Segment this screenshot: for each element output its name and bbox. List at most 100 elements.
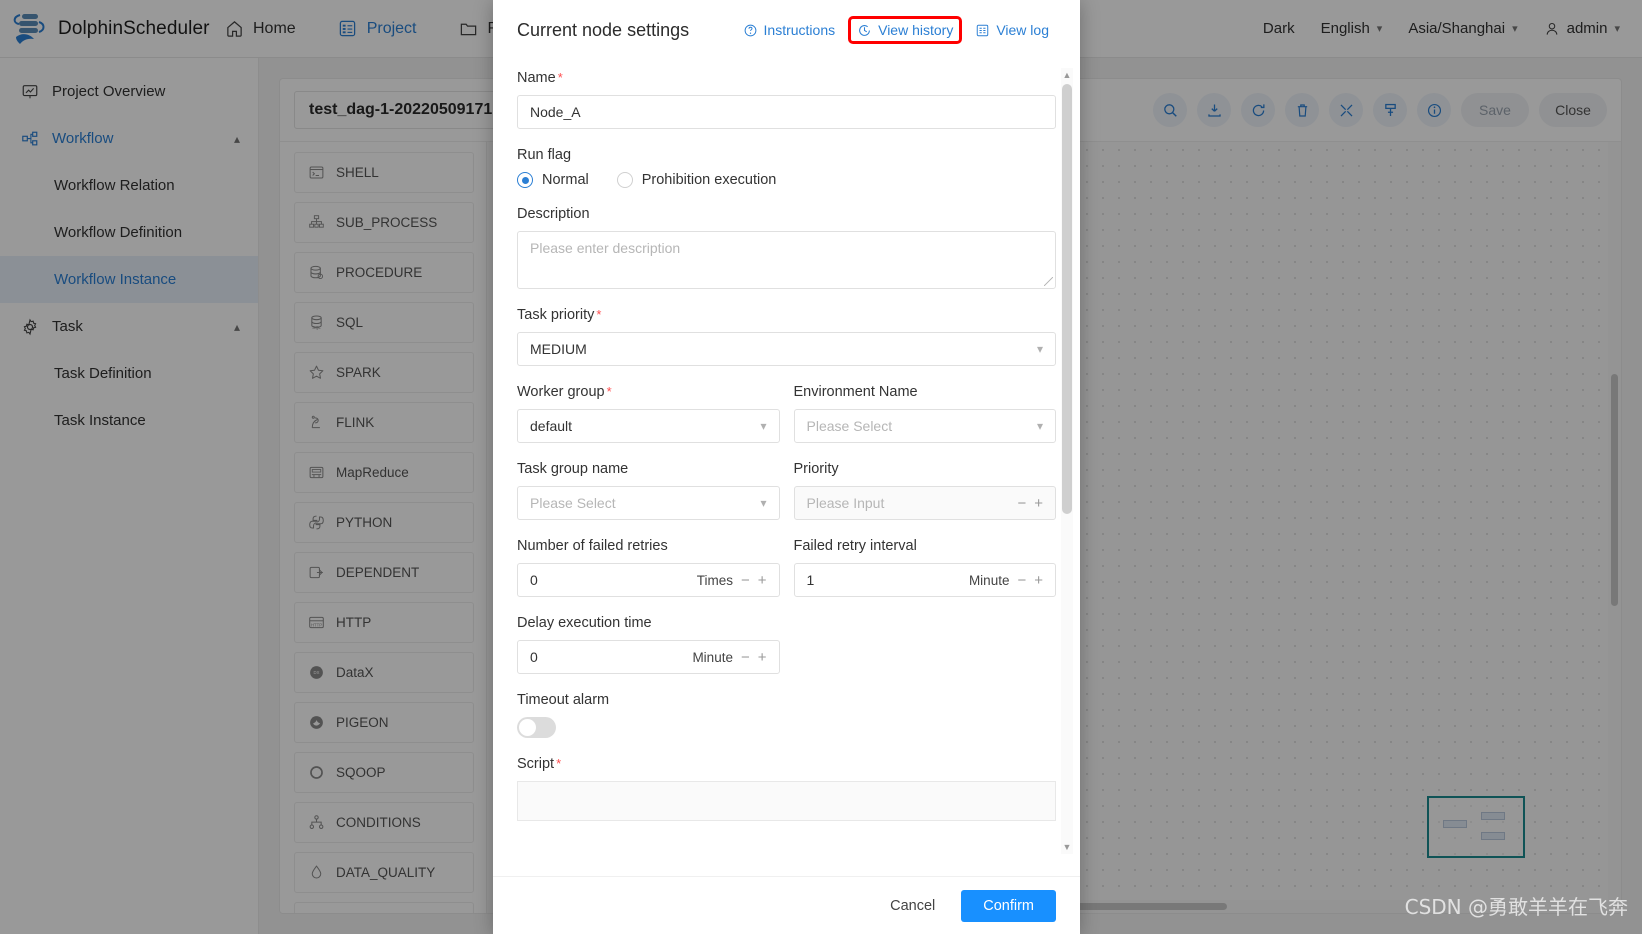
required-marker: * — [556, 756, 562, 771]
field-priority: Priority Please Input − + — [793, 461, 1056, 520]
worker-group-select[interactable]: default ▾ — [517, 409, 780, 443]
delay-execution-stepper[interactable]: 0 Minute − + — [517, 640, 780, 674]
dialog-title: Current node settings — [517, 19, 690, 40]
minus-icon[interactable]: − — [1017, 495, 1026, 512]
field-script: Script * — [517, 756, 1056, 821]
radio-dot-normal — [517, 172, 533, 188]
field-failed-retries: Number of failed retries 0 Times − + — [517, 538, 780, 597]
task-group-name-select[interactable]: Please Select ▾ — [517, 486, 780, 520]
resize-grip-icon[interactable] — [1044, 277, 1053, 286]
delay-value: 0 — [530, 649, 538, 665]
field-worker-group: Worker group * default ▾ — [517, 384, 780, 443]
retry-interval-controls: Minute − + — [969, 572, 1043, 589]
retry-interval-value: 1 — [806, 572, 815, 588]
description-textarea[interactable]: Please enter description — [517, 231, 1056, 289]
field-row-taskgroup-priority: Task group name Please Select ▾ Priority… — [517, 461, 1056, 520]
delay-unit: Minute — [692, 649, 733, 665]
required-marker: * — [606, 384, 612, 399]
field-environment-name: Environment Name Please Select ▾ — [793, 384, 1056, 443]
field-row-retries: Number of failed retries 0 Times − + Fai… — [517, 538, 1056, 597]
timeout-alarm-toggle[interactable] — [517, 717, 556, 738]
log-icon — [975, 23, 990, 38]
plus-icon[interactable]: + — [1034, 495, 1043, 512]
view-log-label: View log — [996, 22, 1049, 38]
environment-name-placeholder: Please Select — [806, 418, 893, 434]
delay-controls: Minute − + — [692, 649, 766, 666]
dialog-header: Current node settings Instructions View … — [493, 0, 1080, 60]
radio-prohibition-execution[interactable]: Prohibition execution — [616, 172, 777, 188]
field-delay-spacer — [794, 615, 1057, 674]
radio-label-normal: Normal — [542, 172, 589, 188]
dialog-scroll-thumb[interactable] — [1062, 84, 1072, 514]
app-root: DolphinScheduler Home Project Dark Engli… — [0, 0, 1642, 934]
dialog-scroll-up-icon[interactable]: ▲ — [1061, 68, 1073, 82]
label-description: Description — [517, 206, 590, 222]
retry-interval-unit: Minute — [968, 572, 1010, 588]
radio-label-prohibition: Prohibition execution — [641, 172, 777, 188]
label-task-priority-text: Task priority — [517, 307, 595, 323]
label-script-text: Script — [517, 756, 555, 772]
task-priority-select[interactable]: MEDIUM ▾ — [517, 332, 1056, 366]
failed-retries-unit: Times — [696, 572, 733, 588]
cancel-button[interactable]: Cancel — [878, 891, 947, 921]
instructions-label: Instructions — [763, 22, 836, 38]
environment-name-select[interactable]: Please Select ▾ — [793, 409, 1056, 443]
minus-icon[interactable]: − — [741, 649, 750, 666]
chevron-down-icon: ▾ — [760, 419, 767, 433]
dialog-scroll-down-icon[interactable]: ▼ — [1061, 840, 1073, 854]
label-name: Name * — [517, 70, 1056, 86]
priority-stepper-controls: − + — [1017, 495, 1043, 512]
view-history-label: View history — [878, 22, 954, 38]
task-group-name-placeholder: Please Select — [530, 495, 616, 511]
minus-icon[interactable]: − — [1017, 572, 1026, 589]
script-editor[interactable] — [517, 781, 1056, 821]
field-run-flag: Run flag Normal Prohibition execution — [517, 147, 1056, 188]
field-task-priority: Task priority * MEDIUM ▾ — [517, 307, 1056, 366]
radio-normal[interactable]: Normal — [517, 172, 589, 188]
retry-interval-stepper[interactable]: 1 Minute − + — [793, 563, 1056, 597]
field-retry-interval: Failed retry interval 1 Minute − + — [793, 538, 1056, 597]
label-task-priority: Task priority * — [517, 307, 1056, 323]
worker-group-value: default — [530, 418, 573, 434]
field-row-worker-env: Worker group * default ▾ Environment Name… — [517, 384, 1056, 443]
view-log-link[interactable]: View log — [968, 17, 1056, 43]
label-run-flag: Run flag — [517, 147, 572, 163]
plus-icon[interactable]: + — [758, 649, 767, 666]
failed-retries-stepper[interactable]: 0 Times − + — [517, 563, 780, 597]
label-failed-retries: Number of failed retries — [517, 538, 668, 554]
chevron-down-icon: ▾ — [1036, 342, 1043, 356]
label-script: Script * — [517, 756, 1056, 772]
failed-retries-value: 0 — [530, 572, 538, 588]
question-circle-icon — [743, 23, 758, 38]
dialog-header-links: Instructions View history View log — [736, 16, 1056, 44]
field-name: Name * Node_A — [517, 70, 1056, 129]
chevron-down-icon: ▾ — [760, 496, 767, 510]
plus-icon[interactable]: + — [1034, 572, 1043, 589]
name-input[interactable]: Node_A — [517, 95, 1056, 129]
plus-icon[interactable]: + — [758, 572, 767, 589]
confirm-button[interactable]: Confirm — [961, 889, 1056, 922]
priority-stepper[interactable]: Please Input − + — [793, 486, 1056, 520]
radio-dot-prohibition — [616, 172, 633, 188]
label-worker-group: Worker group * — [517, 384, 780, 400]
required-marker: * — [596, 307, 602, 322]
priority-placeholder: Please Input — [806, 495, 885, 511]
chevron-down-icon: ▾ — [1036, 419, 1043, 433]
clock-icon — [857, 23, 872, 38]
minus-icon[interactable]: − — [741, 572, 750, 589]
label-task-group-name: Task group name — [517, 461, 629, 477]
view-history-link[interactable]: View history — [848, 16, 963, 44]
label-priority: Priority — [793, 461, 839, 477]
label-delay-execution-time: Delay execution time — [517, 615, 652, 631]
failed-retries-controls: Times − + — [697, 572, 767, 589]
field-timeout-alarm: Timeout alarm — [517, 692, 1056, 738]
label-name-text: Name — [517, 70, 556, 86]
label-retry-interval: Failed retry interval — [793, 538, 917, 554]
label-worker-group-text: Worker group — [517, 384, 605, 400]
watermark: CSDN @勇敢羊羊在飞奔 — [1404, 895, 1628, 919]
instructions-link[interactable]: Instructions — [736, 17, 843, 43]
field-task-group-name: Task group name Please Select ▾ — [517, 461, 780, 520]
task-priority-value: MEDIUM — [530, 341, 587, 357]
run-flag-radio-group: Normal Prohibition execution — [517, 172, 1056, 188]
required-marker: * — [557, 70, 563, 85]
